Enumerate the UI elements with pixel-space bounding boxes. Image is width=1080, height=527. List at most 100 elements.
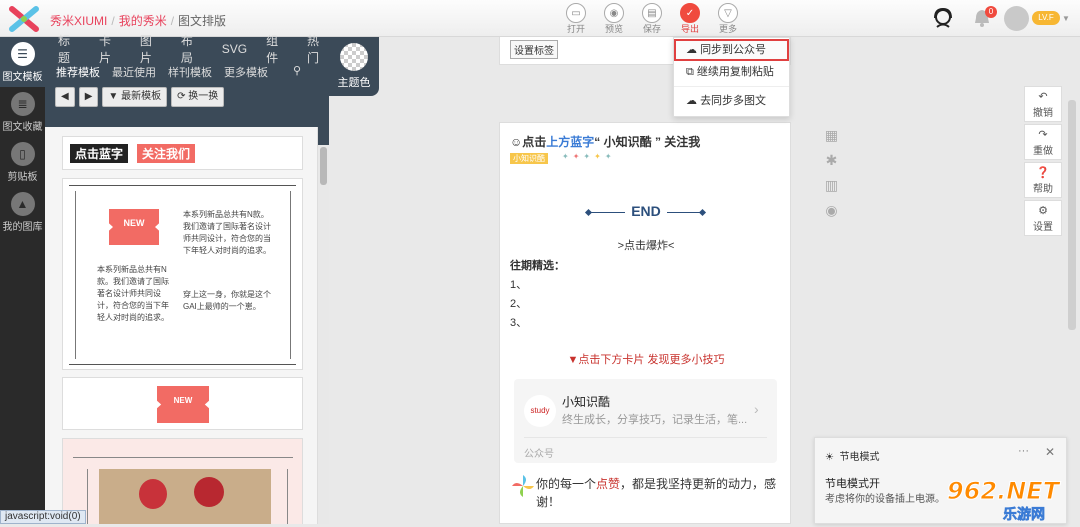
nav-label: 图文收藏 xyxy=(2,122,43,133)
headline-suffix: “ 小知识酷 ” 关注我 xyxy=(594,135,701,149)
layout-tools: ▦ ✱ ▥ ◉ xyxy=(824,128,842,228)
eye-icon: ◉ xyxy=(604,3,624,23)
nav-item-favorites[interactable]: ≣ 图文收藏 xyxy=(0,87,45,137)
palette-icon xyxy=(340,43,368,71)
dots-decoration: ✦✦✦✦✦ xyxy=(562,152,616,161)
more-label: 更多 xyxy=(718,24,737,34)
template-follow-right: 关注我们 xyxy=(137,144,196,163)
menu-item-copy-paste[interactable]: ⧉ 继续用复制粘贴 xyxy=(674,61,789,83)
external-link-icon: ⧉ xyxy=(686,66,694,78)
editor-tag: 小知识酷 xyxy=(510,153,548,164)
strawberry-shape xyxy=(194,477,224,507)
chevron-down-icon: ▽ xyxy=(718,3,738,23)
save-button[interactable]: ▤ 保存 xyxy=(637,3,667,34)
tab-svg[interactable]: SVG xyxy=(222,42,247,56)
article-editor[interactable]: ☺点击上方蓝字“ 小知识酷 ” 关注我 小知识酷 ✦✦✦✦✦ END >点击爆炸… xyxy=(499,122,791,524)
template-photo[interactable] xyxy=(62,438,303,524)
bar-chart-icon[interactable]: ▥ xyxy=(824,178,839,193)
bulb-icon: ☀ xyxy=(825,452,834,463)
back-button[interactable]: ◀ xyxy=(55,87,75,107)
menu-label: 同步到公众号 xyxy=(700,44,767,56)
export-button[interactable]: ✓ 导出 xyxy=(675,3,705,34)
panel-scrollbar-thumb[interactable] xyxy=(320,147,327,185)
editor-headline: ☺点击上方蓝字“ 小知识酷 ” 关注我 xyxy=(510,133,700,150)
menu-item-sync-wechat[interactable]: ☁ 同步到公众号 xyxy=(674,39,789,61)
nav-item-clipboard[interactable]: ▯ 剪贴板 xyxy=(0,137,45,187)
preview-button[interactable]: ◉ 预览 xyxy=(599,3,629,34)
gear-icon: ⚙ xyxy=(1038,205,1048,217)
nav-label: 我的图库 xyxy=(2,222,43,233)
template-follow-us[interactable]: 点击蓝字 关注我们 xyxy=(62,136,303,170)
breadcrumb-brand[interactable]: 秀米XIUMI xyxy=(50,14,107,28)
search-icon[interactable]: ⚲ xyxy=(293,64,301,77)
left-nav: ☰ 图文模板 ≣ 图文收藏 ▯ 剪贴板 ▲ 我的图库 xyxy=(0,37,45,524)
nav-item-gallery[interactable]: ▲ 我的图库 xyxy=(0,187,45,237)
more-button[interactable]: ▽ 更多 xyxy=(713,3,743,34)
close-icon[interactable]: ✕ xyxy=(1045,445,1055,459)
svg-text:962.NET: 962.NET xyxy=(947,477,1061,505)
forward-button[interactable]: ▶ xyxy=(78,87,99,107)
tab-recommended[interactable]: 推荐模板 xyxy=(56,64,100,80)
open-button[interactable]: ▭ 打开 xyxy=(561,3,591,34)
swap-button[interactable]: ⟳ 换一换 xyxy=(171,87,225,107)
template-new-article[interactable]: NEW 本系列新品总共有N款。我们邀请了国际著名设计师共同设计，符合您的当下年轻… xyxy=(62,178,303,370)
redo-button[interactable]: ↷ 重做 xyxy=(1024,124,1062,160)
filter-icon: ▼ xyxy=(108,91,119,102)
new-ticket-badge: NEW xyxy=(157,386,209,423)
eye-icon[interactable]: ◉ xyxy=(824,203,839,218)
theme-color-button[interactable]: 主题色 xyxy=(329,37,379,96)
save-icon: ▤ xyxy=(642,3,662,23)
nav-item-templates[interactable]: ☰ 图文模板 xyxy=(0,37,45,87)
toast-heading: 节电模式开 xyxy=(825,478,880,490)
red-hint: ▼点击下方卡片 发现更多小技巧 xyxy=(567,354,725,366)
redo-icon: ↷ xyxy=(1038,129,1048,141)
template-list: 点击蓝字 关注我们 NEW 本系列新品总共有N款。我们邀请了国际著名设计师共同设… xyxy=(45,127,318,524)
menu-item-sync-multi[interactable]: ☁ 去同步多图文 xyxy=(674,90,789,112)
tab-sample[interactable]: 样刊模板 xyxy=(168,64,212,80)
template-controls: ◀ ▶ ▼ 最新模板 ⟳ 换一换 xyxy=(45,83,329,113)
cloud-upload-icon: ☁ xyxy=(686,95,697,107)
set-tag-button[interactable]: 设置标签 xyxy=(510,40,558,59)
more-options-icon[interactable]: ··· xyxy=(1018,445,1029,457)
breadcrumb-mine[interactable]: 我的秀米 xyxy=(119,14,167,28)
grid-icon[interactable]: ▦ xyxy=(824,128,839,143)
burst-text: >点击爆炸< xyxy=(617,240,675,252)
help-icon: ❓ xyxy=(1036,167,1050,179)
end-right-diamond xyxy=(698,208,707,217)
preview-label: 预览 xyxy=(604,24,623,34)
level-badge: LV.F xyxy=(1032,11,1060,25)
template-body-right: 本系列新品总共有N款。我们邀请了国际著名设计师共同设计，符合您的当下年轻人对时尚… xyxy=(183,210,271,255)
open-label: 打开 xyxy=(566,24,585,34)
caret-down-icon[interactable]: ▼ xyxy=(1062,14,1070,23)
footer-red: 点赞 xyxy=(596,477,621,491)
account-type: 公众号 xyxy=(524,449,554,460)
settings-button[interactable]: ⚙ 设置 xyxy=(1024,200,1062,236)
avatar[interactable] xyxy=(1004,6,1029,31)
template-new-ticket[interactable]: NEW xyxy=(62,377,303,430)
service-icon[interactable] xyxy=(932,7,954,29)
tab-more-templates[interactable]: 更多模板 xyxy=(224,64,268,80)
document-list-icon: ≣ xyxy=(10,92,35,116)
export-menu: ☁ 同步到公众号 ⧉ 继续用复制粘贴 ☁ 去同步多图文 xyxy=(673,37,790,117)
panel-scrollbar-track[interactable] xyxy=(318,145,329,524)
template-body-left: 本系列新品总共有N款。我们邀请了国际著名设计师共同设计，符合您的当下年轻人对时尚… xyxy=(97,265,169,322)
toast-title-text: 节电模式 xyxy=(839,452,880,463)
photo-right-line xyxy=(287,469,288,524)
window-scrollbar-thumb[interactable] xyxy=(1068,100,1076,330)
frame-right-line xyxy=(290,191,291,359)
latest-templates-button[interactable]: ▼ 最新模板 xyxy=(102,87,168,107)
menu-divider xyxy=(674,86,789,87)
save-label: 保存 xyxy=(642,24,661,34)
asterisk-icon[interactable]: ✱ xyxy=(824,153,839,168)
xiumi-logo[interactable] xyxy=(9,6,39,32)
undo-button[interactable]: ↶ 撤销 xyxy=(1024,86,1062,122)
photo-left-line xyxy=(87,469,88,524)
undo-icon: ↶ xyxy=(1038,91,1048,103)
nav-label: 剪贴板 xyxy=(7,172,38,183)
pinwheel-icon xyxy=(510,473,536,499)
tab-recent[interactable]: 最近使用 xyxy=(112,64,156,80)
help-button[interactable]: ❓ 帮助 xyxy=(1024,162,1062,198)
study-logo-text: study xyxy=(530,406,550,415)
account-card[interactable]: study 小知识酷 终生成长，分享技巧，记录生活，笔... › 公众号 xyxy=(514,379,777,463)
browser-status-bar: javascript:void(0) xyxy=(0,510,86,524)
